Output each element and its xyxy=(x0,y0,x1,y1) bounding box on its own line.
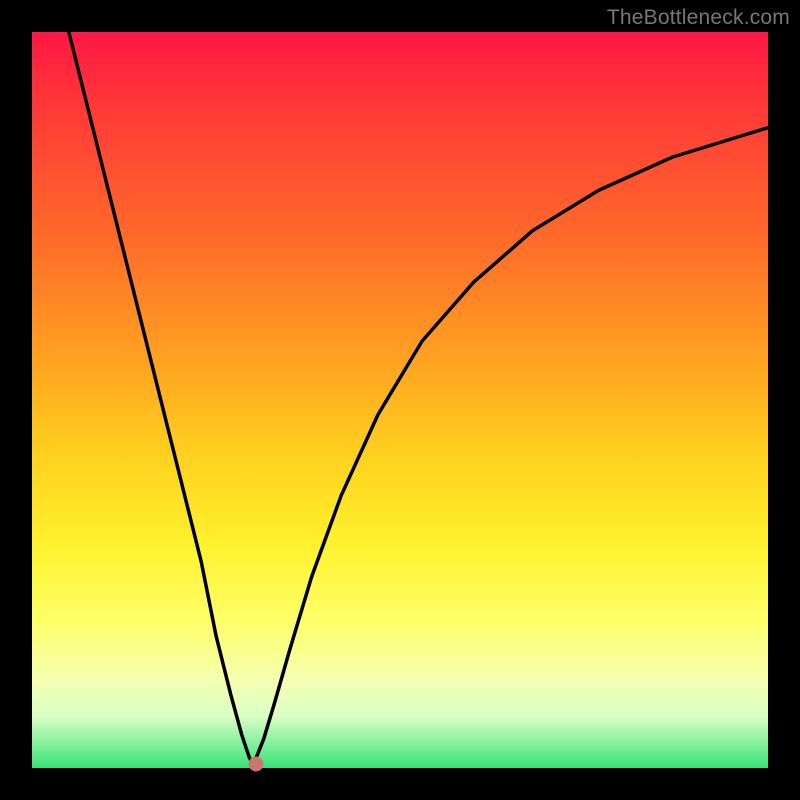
chart-frame: TheBottleneck.com xyxy=(0,0,800,800)
curve-layer xyxy=(32,32,768,768)
optimal-point-marker xyxy=(249,757,264,772)
plot-area xyxy=(32,32,768,768)
bottleneck-curve xyxy=(69,32,768,764)
watermark-text: TheBottleneck.com xyxy=(607,6,790,30)
